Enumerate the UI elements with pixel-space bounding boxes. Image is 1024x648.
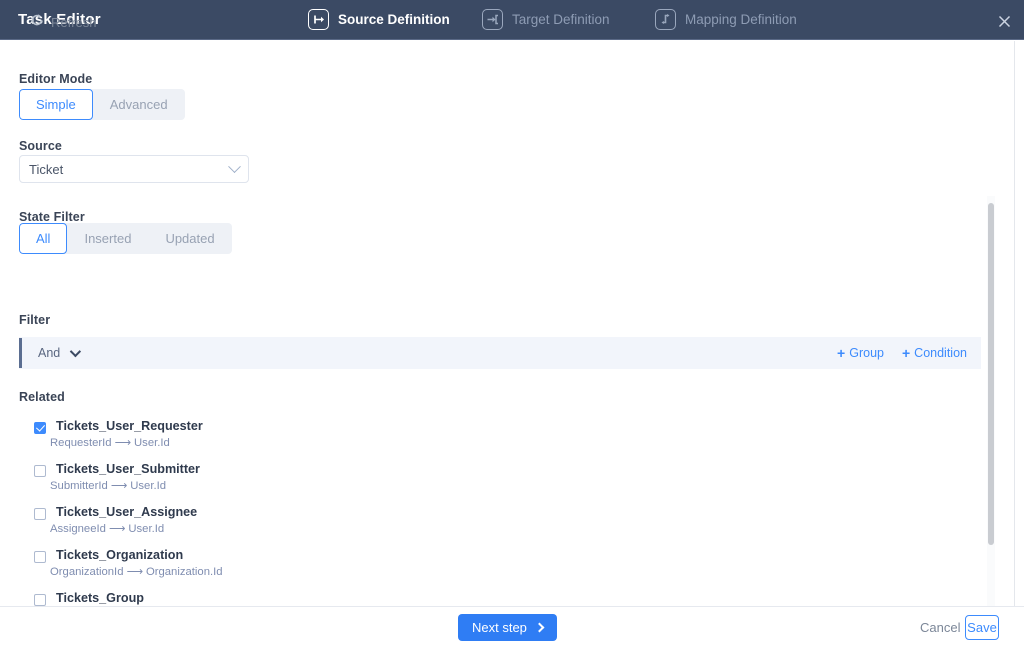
target-definition-icon [482,9,503,30]
related-item-mapping: OrganizationId ⟶ Organization.Id [50,565,223,578]
refresh-button[interactable]: Refresh [30,13,97,32]
add-condition-label: Condition [914,346,967,360]
related-checkbox[interactable] [34,508,46,520]
refresh-icon [30,13,44,32]
refresh-label: Refresh [51,15,97,30]
panel-edge-divider [1014,41,1015,606]
scrollbar-thumb[interactable] [988,203,994,545]
state-filter-option-all[interactable]: All [19,223,67,254]
next-step-button[interactable]: Next step [458,614,557,641]
tab-source-definition[interactable]: Source Definition [308,9,450,30]
tab-target-definition[interactable]: Target Definition [482,9,610,30]
related-item-name: Tickets_User_Submitter [56,462,200,476]
close-icon[interactable] [993,10,1015,32]
related-item-mapping: SubmitterId ⟶ User.Id [50,479,166,492]
chevron-down-icon [70,346,81,357]
editor-body: Editor Mode Simple Advanced Source Ticke… [0,41,1024,606]
state-filter-label: State Filter [19,210,85,224]
tab-mapping-definition[interactable]: Mapping Definition [655,9,797,30]
editor-mode-segmented[interactable]: Simple Advanced [19,89,185,120]
tab-target-definition-label: Target Definition [512,12,610,27]
cancel-button[interactable]: Cancel [920,620,960,635]
tab-source-definition-label: Source Definition [338,12,450,27]
save-button[interactable]: Save [965,615,999,640]
tab-mapping-definition-label: Mapping Definition [685,12,797,27]
filter-logic-value: And [38,346,60,360]
state-filter-segmented[interactable]: All Inserted Updated [19,223,232,254]
state-filter-option-inserted[interactable]: Inserted [67,223,148,254]
filter-bar: And + Group + Condition [19,337,981,369]
next-step-label: Next step [472,620,527,635]
source-select[interactable]: Ticket [19,155,249,183]
related-item-name: Tickets_Group [56,591,144,605]
related-checkbox[interactable] [34,594,46,606]
related-item-name: Tickets_User_Requester [56,419,203,433]
filter-accent-bar [19,338,22,368]
source-definition-icon [308,9,329,30]
editor-mode-option-advanced[interactable]: Advanced [93,89,185,120]
filter-logic-dropdown[interactable]: And [38,346,78,360]
related-checkbox[interactable] [34,422,46,434]
source-label: Source [19,139,62,153]
related-item-name: Tickets_User_Assignee [56,505,197,519]
app-header: Task Editor Source Definition Target Def… [0,0,1024,40]
add-condition-button[interactable]: + Condition [902,346,967,360]
chevron-down-icon [228,160,241,173]
plus-icon: + [837,346,845,360]
filter-actions: + Group + Condition [837,346,981,360]
state-filter-option-updated[interactable]: Updated [148,223,231,254]
add-group-label: Group [849,346,884,360]
chevron-right-icon [534,623,544,633]
related-item-mapping: RequesterId ⟶ User.Id [50,436,170,449]
filter-label: Filter [19,313,50,327]
mapping-definition-icon [655,9,676,30]
related-checkbox[interactable] [34,465,46,477]
related-label: Related [19,390,65,404]
related-item-name: Tickets_Organization [56,548,183,562]
editor-mode-option-simple[interactable]: Simple [19,89,93,120]
related-item-mapping: AssigneeId ⟶ User.Id [50,522,164,535]
add-group-button[interactable]: + Group [837,346,884,360]
related-checkbox[interactable] [34,551,46,563]
editor-mode-label: Editor Mode [19,72,92,86]
source-select-value: Ticket [29,162,63,177]
plus-icon: + [902,346,910,360]
